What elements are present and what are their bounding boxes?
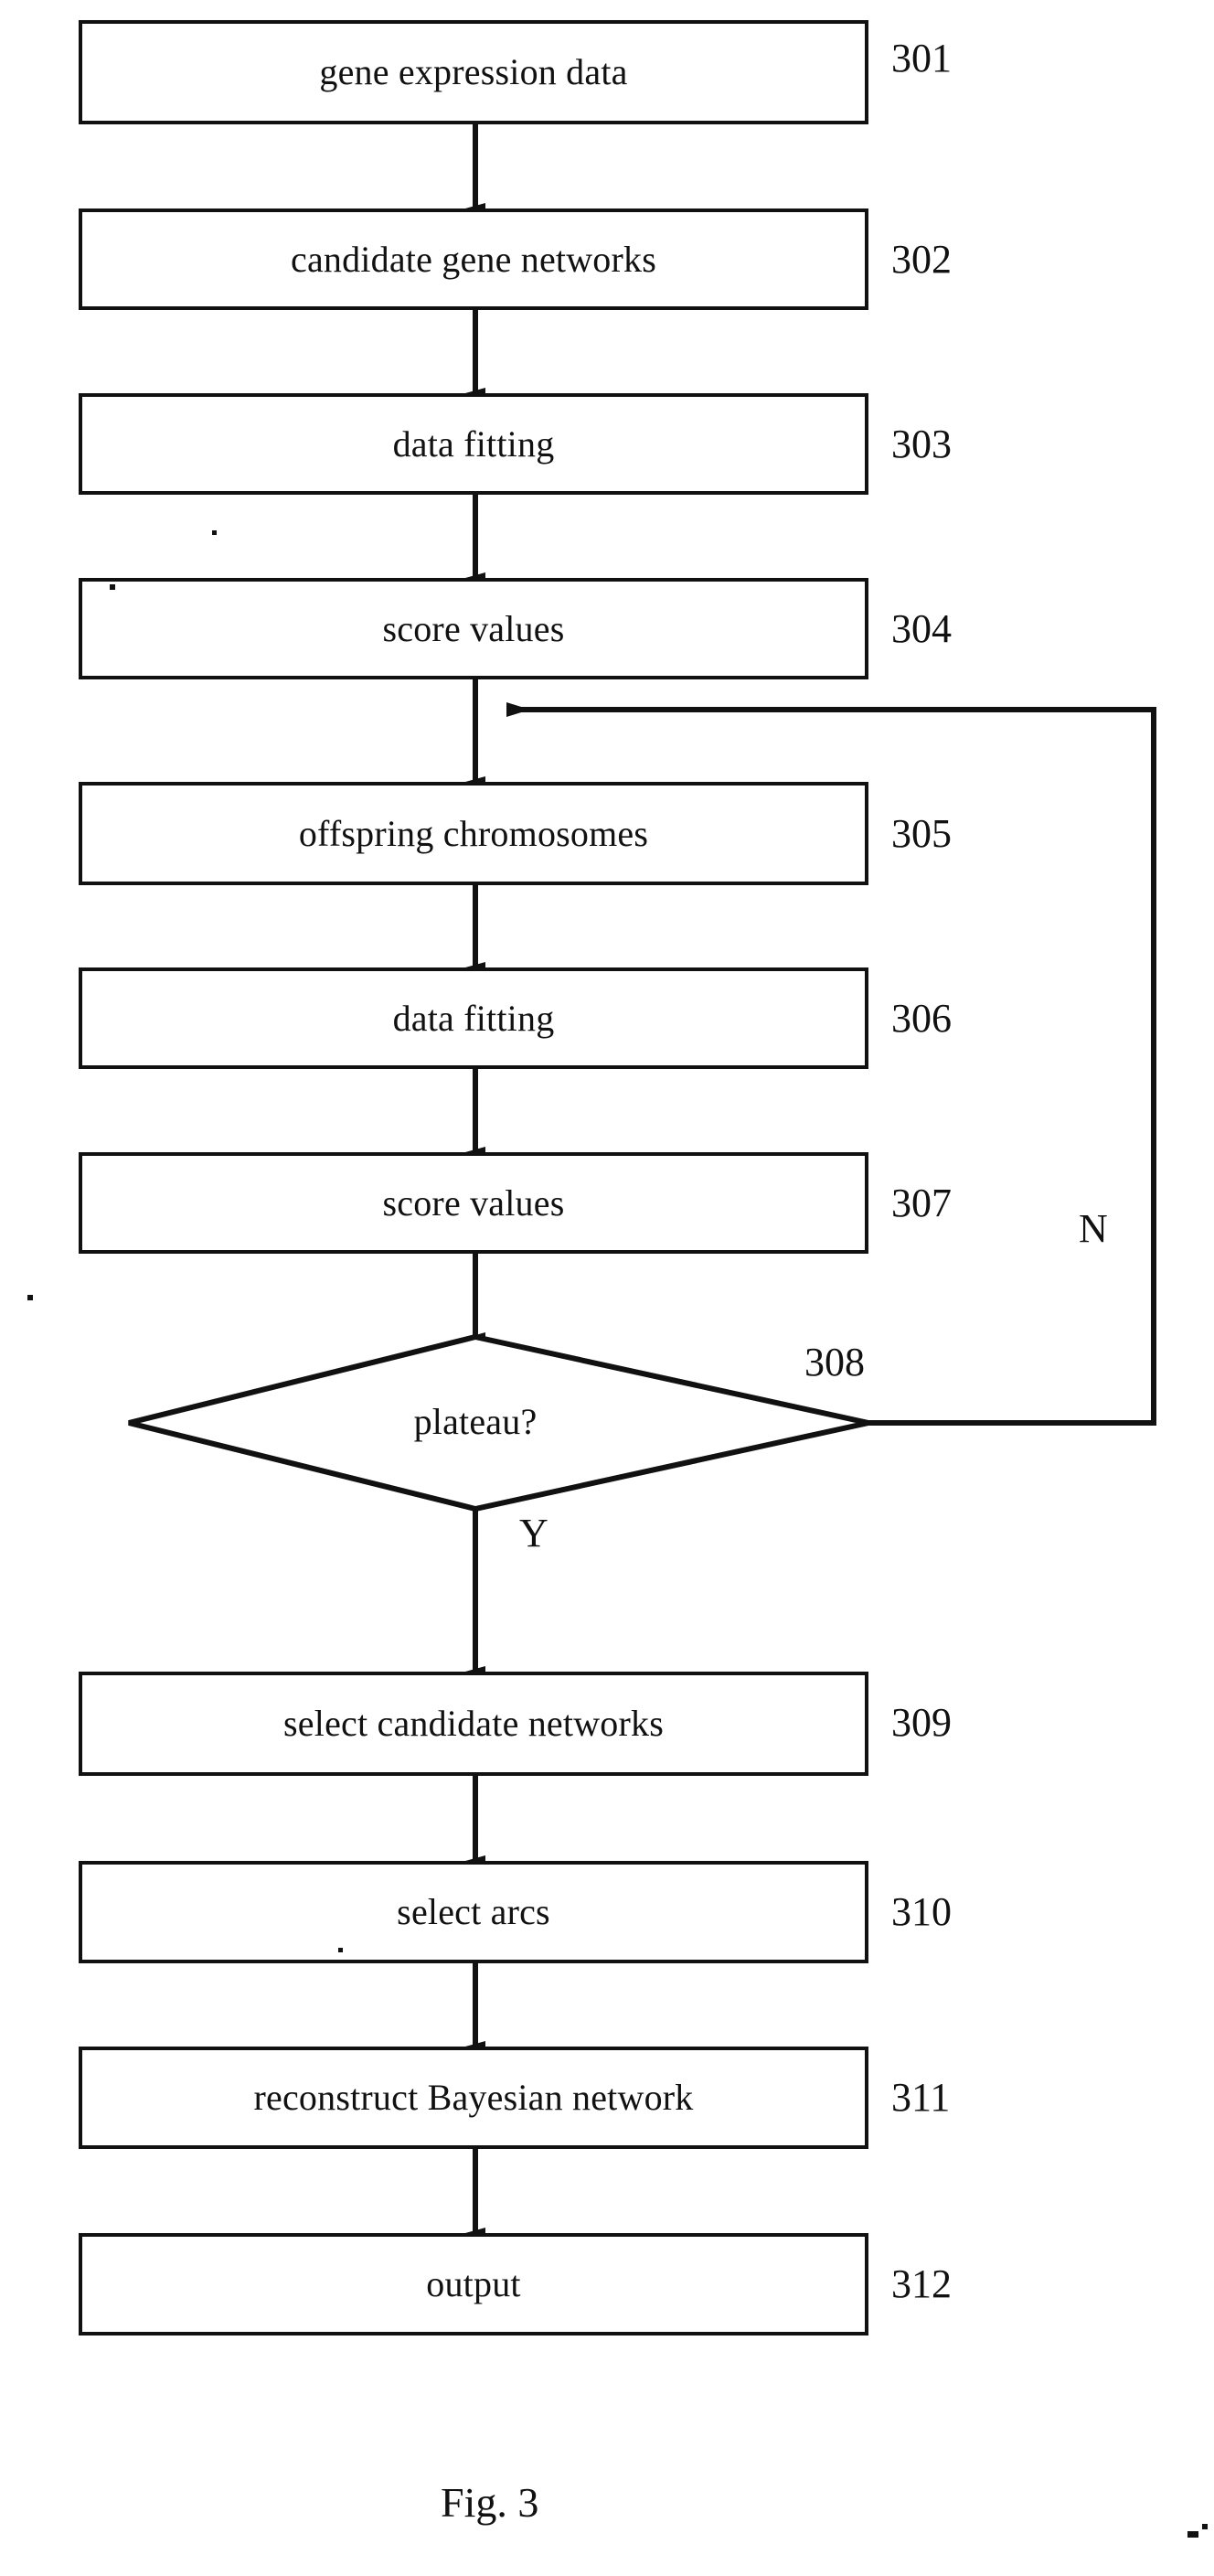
reference-number-306: 306 (891, 996, 952, 1041)
process-node-303[interactable]: data fitting (79, 393, 868, 495)
process-node-307-label: score values (382, 1181, 565, 1224)
process-node-310[interactable]: select arcs (79, 1861, 868, 1963)
scan-speck (338, 1948, 343, 1952)
scan-speck (212, 530, 217, 535)
process-node-302[interactable]: candidate gene networks (79, 208, 868, 310)
process-node-305-label: offspring chromosomes (298, 812, 649, 854)
process-node-306-label: data fitting (392, 997, 555, 1039)
decision-node-308-label: plateau? (413, 1401, 538, 1442)
scan-speck (27, 1295, 33, 1300)
reference-number-303: 303 (891, 422, 952, 466)
process-node-305[interactable]: offspring chromosomes (79, 782, 868, 885)
reference-number-308: 308 (804, 1340, 865, 1384)
process-node-307[interactable]: score values (79, 1152, 868, 1254)
reference-number-301: 301 (891, 36, 952, 80)
process-node-312[interactable]: output (79, 2233, 868, 2336)
process-node-304-label: score values (382, 607, 565, 649)
process-node-304[interactable]: score values (79, 578, 868, 679)
process-node-306[interactable]: data fitting (79, 967, 868, 1069)
scan-speck (1202, 2524, 1208, 2529)
process-node-302-label: candidate gene networks (291, 238, 656, 280)
reference-number-305: 305 (891, 811, 952, 856)
process-node-301-label: gene expression data (319, 51, 628, 92)
reference-number-312: 312 (891, 2261, 952, 2306)
branch-label-yes: Y (519, 1511, 548, 1555)
branch-label-no: N (1079, 1206, 1108, 1251)
reference-number-302: 302 (891, 237, 952, 282)
process-node-311[interactable]: reconstruct Bayesian network (79, 2047, 868, 2149)
reference-number-304: 304 (891, 606, 952, 651)
process-node-311-label: reconstruct Bayesian network (253, 2077, 694, 2118)
process-node-312-label: output (426, 2263, 521, 2304)
connector-layer (128, 124, 1156, 2239)
process-node-309-label: select candidate networks (283, 1703, 664, 1744)
reference-number-310: 310 (891, 1889, 952, 1934)
reference-number-307: 307 (891, 1181, 952, 1225)
process-node-303-label: data fitting (392, 422, 555, 465)
reference-number-309: 309 (891, 1700, 952, 1745)
figure-caption: Fig. 3 (441, 2479, 539, 2526)
reference-number-311: 311 (891, 2075, 951, 2120)
process-node-310-label: select arcs (397, 1891, 550, 1932)
scan-speck (110, 584, 115, 590)
flowchart-figure: gene expression data 301 candidate gene … (0, 0, 1214, 2576)
process-node-301[interactable]: gene expression data (79, 20, 868, 124)
process-node-309[interactable]: select candidate networks (79, 1672, 868, 1776)
scan-speck (1187, 2531, 1198, 2538)
